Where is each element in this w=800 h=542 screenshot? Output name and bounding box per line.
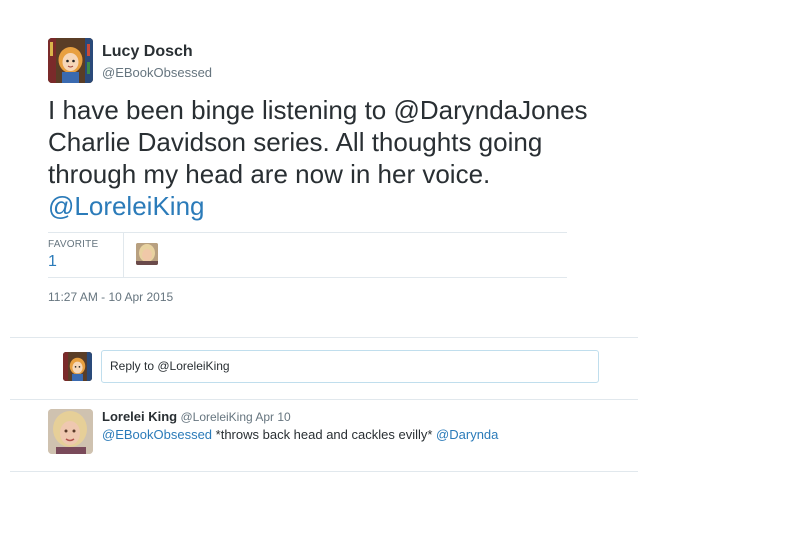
divider — [10, 337, 638, 338]
tweet-timestamp[interactable]: 11:27 AM - 10 Apr 2015 — [48, 290, 173, 304]
reply-author-handle[interactable]: @LoreleiKing — [180, 410, 252, 424]
stats-divider — [123, 233, 124, 277]
reply-header: Lorelei King @LoreleiKing Apr 10 — [102, 409, 291, 424]
reply-body: *throws back head and cackles evilly* — [212, 427, 437, 442]
reply-text: @EBookObsessed *throws back head and cac… — [102, 427, 498, 442]
tweet-stats: FAVORITE 1 — [48, 232, 567, 278]
reply-author-name[interactable]: Lorelei King — [102, 409, 177, 424]
reply-date[interactable]: Apr 10 — [255, 410, 290, 424]
author-handle[interactable]: @EBookObsessed — [102, 65, 212, 80]
favorite-label: FAVORITE — [48, 239, 99, 250]
divider — [10, 471, 638, 472]
divider — [10, 399, 638, 400]
reply-mention-link[interactable]: @Darynda — [436, 427, 498, 442]
author-avatar[interactable] — [48, 38, 93, 83]
reply-input[interactable]: Reply to @LoreleiKing — [101, 350, 599, 383]
favorite-count[interactable]: 1 — [48, 253, 57, 271]
tweet-text: I have been binge listening to @DaryndaJ… — [48, 94, 618, 222]
tweet-body: I have been binge listening to @DaryndaJ… — [48, 95, 588, 189]
author-name[interactable]: Lucy Dosch — [102, 43, 193, 61]
reply-author-avatar[interactable] — [48, 409, 93, 454]
reply-mention-link[interactable]: @EBookObsessed — [102, 427, 212, 442]
current-user-avatar — [63, 352, 92, 381]
tweet-mention-link[interactable]: @LoreleiKing — [48, 191, 204, 221]
favoriter-avatar[interactable] — [136, 243, 158, 265]
